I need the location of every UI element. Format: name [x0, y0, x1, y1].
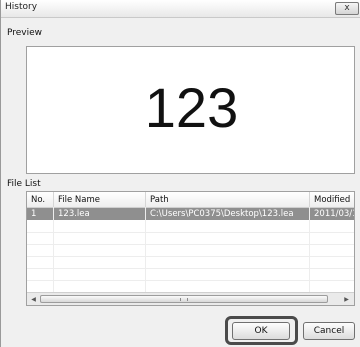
preview-label: Preview — [7, 28, 43, 38]
cancel-button[interactable]: Cancel — [303, 322, 355, 340]
column-header-modified[interactable]: Modified — [314, 195, 350, 205]
cell-modified: 2011/03/18 — [314, 209, 354, 219]
column-header-path[interactable]: Path — [150, 195, 169, 205]
column-header-no[interactable]: No. — [31, 195, 45, 205]
grid-line — [27, 268, 354, 269]
close-button[interactable]: x — [335, 2, 359, 15]
preview-number: 123 — [144, 76, 239, 139]
column-divider[interactable] — [53, 192, 54, 207]
grid-line — [27, 256, 354, 257]
grid-line — [27, 244, 354, 245]
close-icon: x — [344, 3, 350, 13]
cell-path: C:\Users\PC0375\Desktop\123.lea — [150, 209, 294, 219]
ok-button[interactable]: OK — [232, 322, 290, 340]
grid-line — [27, 280, 354, 281]
scroll-left-arrow-icon[interactable]: ◀ — [28, 294, 39, 305]
preview-panel: 123 — [26, 46, 355, 174]
column-divider[interactable] — [309, 192, 310, 207]
grid-line — [53, 207, 54, 292]
grid-line — [27, 232, 354, 233]
scroll-right-arrow-icon[interactable]: ▶ — [341, 294, 352, 305]
column-divider[interactable] — [145, 192, 146, 207]
cell-no: 1 — [31, 209, 37, 219]
title-bar[interactable]: History x — [1, 0, 360, 18]
grid-line — [309, 207, 310, 292]
cell-file-name: 123.lea — [58, 209, 90, 219]
history-dialog: History x Preview 123 File List No. File… — [0, 0, 360, 347]
scroll-thumb[interactable] — [40, 295, 328, 303]
window-title: History — [5, 2, 38, 12]
table-row[interactable]: 1 123.lea C:\Users\PC0375\Desktop\123.le… — [27, 208, 354, 220]
file-list-label: File List — [7, 179, 41, 189]
horizontal-scrollbar[interactable]: ◀ ▶ — [27, 292, 354, 305]
file-list-table[interactable]: No. File Name Path Modified 1 123.lea C:… — [26, 191, 355, 306]
grip-icon — [180, 298, 188, 301]
grid-line — [145, 207, 146, 292]
column-header-file-name[interactable]: File Name — [58, 195, 100, 205]
table-header: No. File Name Path Modified — [27, 192, 354, 208]
